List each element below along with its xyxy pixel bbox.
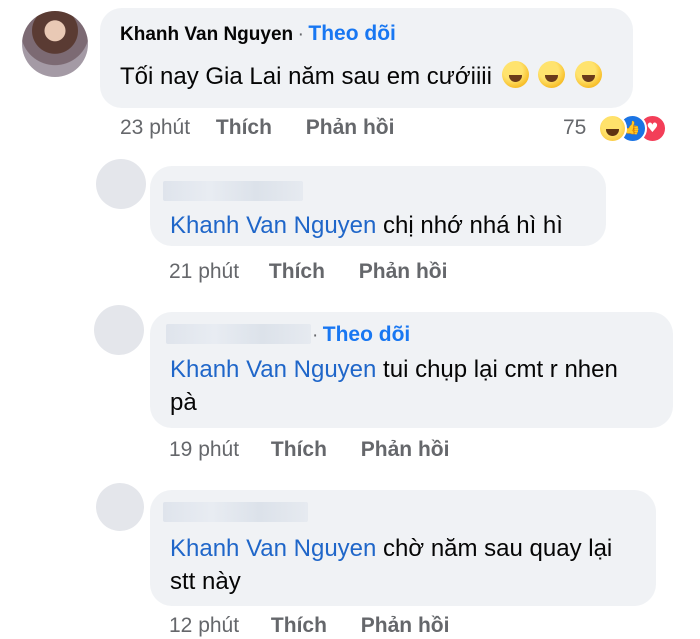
follow-button[interactable]: Theo dõi xyxy=(308,22,396,45)
reply-text-row: Khanh Van Nguyen chị nhớ nhá hì hì xyxy=(170,209,563,242)
comment-text: Tối nay Gia Lai năm sau em cướiiii xyxy=(120,63,492,90)
reply-time[interactable]: 21 phút xyxy=(169,260,239,283)
reaction-icons[interactable]: ♥ 👍 xyxy=(598,114,668,143)
comment-text-row: Tối nay Gia Lai năm sau em cướiiii xyxy=(120,60,602,93)
mention-link[interactable]: Khanh Van Nguyen xyxy=(170,212,376,239)
reply-text-row: Khanh Van Nguyen chờ năm sau quay lại xyxy=(170,532,612,565)
reply-text-line1: chờ năm sau quay lại xyxy=(376,535,613,562)
author-name-redacted[interactable] xyxy=(163,502,308,522)
reply-text-line1: tui chụp lại cmt r nhen xyxy=(376,356,618,383)
avatar[interactable] xyxy=(94,305,144,355)
comment-header: Khanh Van Nguyen · Theo dõi xyxy=(120,22,396,46)
reply-header: · Theo dõi xyxy=(312,323,410,347)
avatar[interactable] xyxy=(96,159,146,209)
reply-time[interactable]: 19 phút xyxy=(169,438,239,461)
like-button[interactable]: Thích xyxy=(271,614,327,637)
mention-link[interactable]: Khanh Van Nguyen xyxy=(170,356,376,383)
reaction-count[interactable]: 75 xyxy=(563,116,586,140)
reply-text: chị nhớ nhá hì hì xyxy=(376,212,563,239)
separator-dot: · xyxy=(297,24,304,45)
rolling-laughing-emoji-icon xyxy=(574,61,602,88)
mention-link[interactable]: Khanh Van Nguyen xyxy=(170,535,376,562)
reply-button[interactable]: Phản hồi xyxy=(361,438,450,461)
haha-icon xyxy=(598,114,627,143)
like-button[interactable]: Thích xyxy=(216,116,272,139)
reply-actions: 19 phút Thích Phản hồi xyxy=(169,438,449,462)
rolling-laughing-emoji-icon xyxy=(501,61,529,88)
follow-button[interactable]: Theo dõi xyxy=(323,323,411,346)
comment-time[interactable]: 23 phút xyxy=(120,116,190,139)
reply-text-line2: pà xyxy=(170,389,197,416)
author-name-redacted[interactable] xyxy=(166,324,311,344)
avatar[interactable] xyxy=(22,11,88,77)
like-button[interactable]: Thích xyxy=(271,438,327,461)
comment-actions: 23 phút Thích Phản hồi xyxy=(120,116,394,140)
separator-dot: · xyxy=(312,325,319,346)
rolling-laughing-emoji-icon xyxy=(538,61,566,88)
reply-button[interactable]: Phản hồi xyxy=(306,116,395,139)
reply-button[interactable]: Phản hồi xyxy=(359,260,448,283)
author-name-redacted[interactable] xyxy=(163,181,303,201)
reply-actions: 12 phút Thích Phản hồi xyxy=(169,614,449,638)
like-button[interactable]: Thích xyxy=(269,260,325,283)
reply-actions: 21 phút Thích Phản hồi xyxy=(169,260,447,284)
author-name[interactable]: Khanh Van Nguyen xyxy=(120,24,293,45)
reply-text-row: Khanh Van Nguyen tui chụp lại cmt r nhen xyxy=(170,353,618,386)
avatar[interactable] xyxy=(96,483,144,531)
reply-text-line2: stt này xyxy=(170,568,241,595)
reply-time[interactable]: 12 phút xyxy=(169,614,239,637)
reply-button[interactable]: Phản hồi xyxy=(361,614,450,637)
